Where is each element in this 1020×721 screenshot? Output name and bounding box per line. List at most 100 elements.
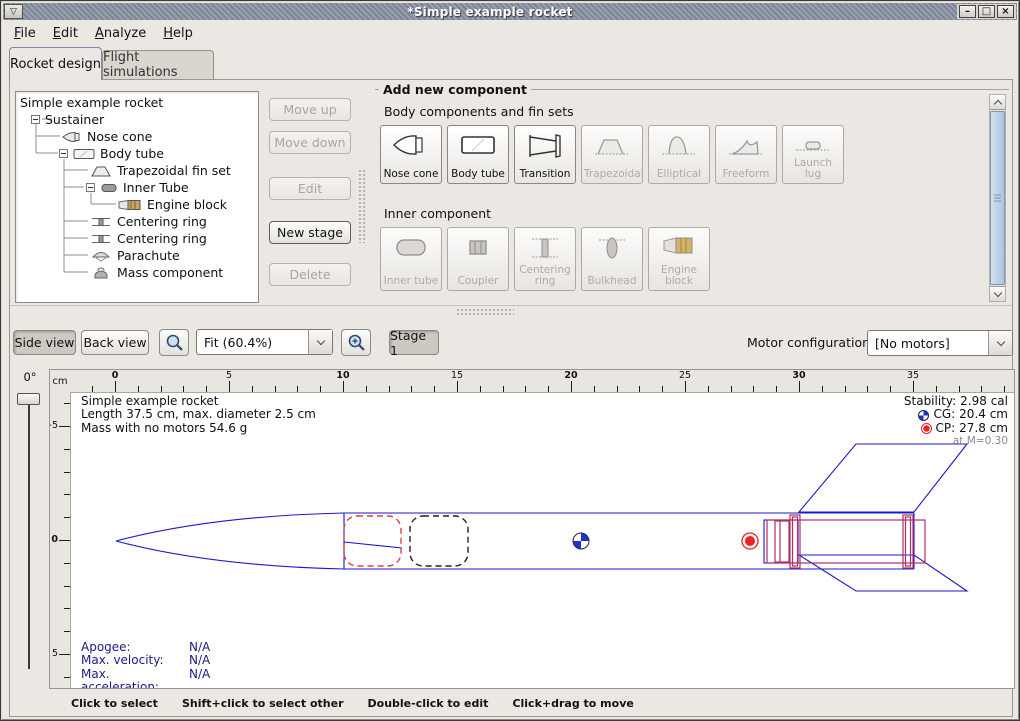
tree-collapse-toggle[interactable] — [31, 115, 40, 124]
component-panel-scrollbar[interactable] — [989, 94, 1006, 302]
close-button[interactable]: × — [997, 5, 1014, 18]
parachute-icon — [90, 250, 112, 262]
menu-edit[interactable]: Edit — [53, 26, 78, 41]
zoom-level-value: Fit (60.4%) — [197, 335, 308, 350]
bulkhead-icon — [593, 235, 631, 261]
rotation-angle-label: 0° — [13, 370, 47, 388]
tab-rocket-design[interactable]: Rocket design — [9, 47, 102, 80]
menu-bar: File Edit Analyze Help — [4, 21, 1018, 46]
rocket-canvas[interactable]: Simple example rocket Length 37.5 cm, ma… — [70, 392, 1014, 688]
stability-info: Stability: 2.98 cal CG: 20.4 cm — [904, 395, 1008, 449]
add-trapezoidal-fin-button[interactable]: Trapezoidal — [581, 125, 643, 184]
mass-component-outline — [410, 516, 468, 566]
vertical-splitter-handle[interactable] — [358, 169, 366, 243]
max-acceleration-value: N/A — [189, 668, 210, 688]
scroll-down-button[interactable] — [990, 286, 1005, 301]
maximize-button[interactable]: □ — [978, 5, 995, 18]
tab-flight-simulations[interactable]: Flight simulations — [102, 50, 214, 79]
rotation-slider-handle[interactable] — [17, 393, 40, 405]
combo-arrow[interactable] — [308, 330, 332, 354]
horizontal-splitter-handle[interactable] — [456, 308, 514, 317]
rocket-name: Simple example rocket — [81, 395, 316, 408]
menu-help[interactable]: Help — [163, 26, 193, 41]
zoom-out-button[interactable] — [159, 329, 189, 356]
ruler-label: 0 — [112, 370, 119, 381]
scrollbar-thumb[interactable] — [990, 111, 1005, 285]
tile-label: Body tube — [450, 169, 506, 180]
cg-value: 20.4 cm — [959, 408, 1008, 421]
ruler-label: 10 — [336, 370, 349, 381]
apogee-label: Apogee: — [81, 641, 189, 654]
tree-item-label: Centering ring — [117, 231, 207, 246]
ruler-label: 5 — [52, 648, 58, 659]
max-velocity-label: Max. velocity: — [81, 654, 189, 667]
cp-marker — [742, 533, 758, 549]
add-transition-button[interactable]: Transition — [514, 125, 576, 184]
add-bulkhead-button[interactable]: Bulkhead — [581, 227, 643, 291]
motor-configuration-select[interactable]: [No motors] — [867, 330, 1013, 356]
flight-data: Apogee:N/A Max. velocity:N/A Max. accele… — [81, 641, 210, 688]
tree-item-engine-block[interactable]: Engine block — [16, 196, 258, 213]
cp-value: 27.8 cm — [959, 422, 1008, 435]
elliptical-fin-icon — [660, 133, 698, 159]
rocket-info: Simple example rocket Length 37.5 cm, ma… — [81, 395, 316, 435]
add-nose-cone-button[interactable]: Nose cone — [380, 125, 442, 184]
add-centering-ring-button[interactable]: Centering ring — [514, 227, 576, 291]
stage-1-toggle[interactable]: Stage 1 — [389, 330, 439, 355]
zoom-in-button[interactable] — [341, 329, 371, 356]
scroll-up-button[interactable] — [990, 95, 1005, 110]
chevron-down-icon — [316, 337, 324, 345]
side-view-button[interactable]: Side view — [13, 330, 76, 355]
rotation-slider-track[interactable] — [28, 399, 30, 669]
add-elliptical-fin-button[interactable]: Elliptical — [648, 125, 710, 184]
vertical-ruler: -505 — [50, 392, 70, 688]
rocket-drawing — [71, 393, 1014, 688]
tree-item-parachute[interactable]: Parachute — [16, 247, 258, 264]
tree-item-mass-component[interactable]: Mass component — [16, 264, 258, 281]
motor-configuration-label: Motor configuration: — [747, 335, 874, 350]
tree-item-body-tube[interactable]: Body tube — [16, 145, 258, 162]
tree-item-label: Parachute — [117, 248, 180, 263]
tree-item-label: Simple example rocket — [20, 95, 163, 110]
add-inner-tube-button[interactable]: Inner tube — [380, 227, 442, 291]
tree-item-fin-set[interactable]: Trapezoidal fin set — [16, 162, 258, 179]
tree-collapse-toggle[interactable] — [86, 183, 95, 192]
window-menu-icon[interactable]: ▽ — [4, 4, 23, 19]
ruler-label: 20 — [564, 370, 577, 381]
add-coupler-button[interactable]: Coupler — [447, 227, 509, 291]
add-freeform-fin-button[interactable]: Freeform — [715, 125, 777, 184]
tile-label: Elliptical — [651, 169, 707, 180]
tree-item-sustainer[interactable]: Sustainer — [16, 111, 258, 128]
tree-item-rocket[interactable]: Simple example rocket — [16, 94, 258, 111]
zoom-level-select[interactable]: Fit (60.4%) — [196, 329, 333, 355]
tree-collapse-toggle[interactable] — [59, 149, 68, 158]
mass-icon — [90, 267, 112, 279]
max-acceleration-label: Max. acceleration: — [81, 668, 189, 688]
add-engine-block-button[interactable]: Engine block — [648, 227, 710, 291]
tile-label: Freeform — [718, 169, 774, 180]
tree-item-inner-tube[interactable]: Inner Tube — [16, 179, 258, 196]
tree-item-centering-ring-1[interactable]: Centering ring — [16, 213, 258, 230]
ruler-label: 35 — [907, 370, 919, 381]
component-tree[interactable]: Simple example rocket Sustainer Nose con… — [15, 91, 259, 303]
lower-fin — [799, 555, 967, 591]
ruler-tick — [59, 540, 70, 541]
add-body-tube-button[interactable]: Body tube — [447, 125, 509, 184]
back-view-button[interactable]: Back view — [81, 330, 149, 355]
fin-icon — [90, 165, 112, 177]
tree-item-nose-cone[interactable]: Nose cone — [16, 128, 258, 145]
minimize-button[interactable]: – — [959, 5, 976, 18]
inner-tube-icon — [100, 182, 118, 194]
add-launch-lug-button[interactable]: Launch lug — [782, 125, 844, 184]
menu-analyze[interactable]: Analyze — [95, 26, 146, 41]
tree-item-centering-ring-2[interactable]: Centering ring — [16, 230, 258, 247]
centering-ring-icon — [90, 216, 112, 228]
combo-arrow[interactable] — [988, 331, 1012, 355]
nose-cone-icon — [392, 133, 430, 157]
cp-icon — [921, 423, 932, 434]
freeform-fin-icon — [727, 133, 765, 159]
body-tube-icon — [459, 133, 497, 157]
tree-item-label: Nose cone — [87, 129, 152, 144]
scrollbar-grip — [994, 195, 1001, 202]
menu-file[interactable]: File — [14, 26, 36, 41]
